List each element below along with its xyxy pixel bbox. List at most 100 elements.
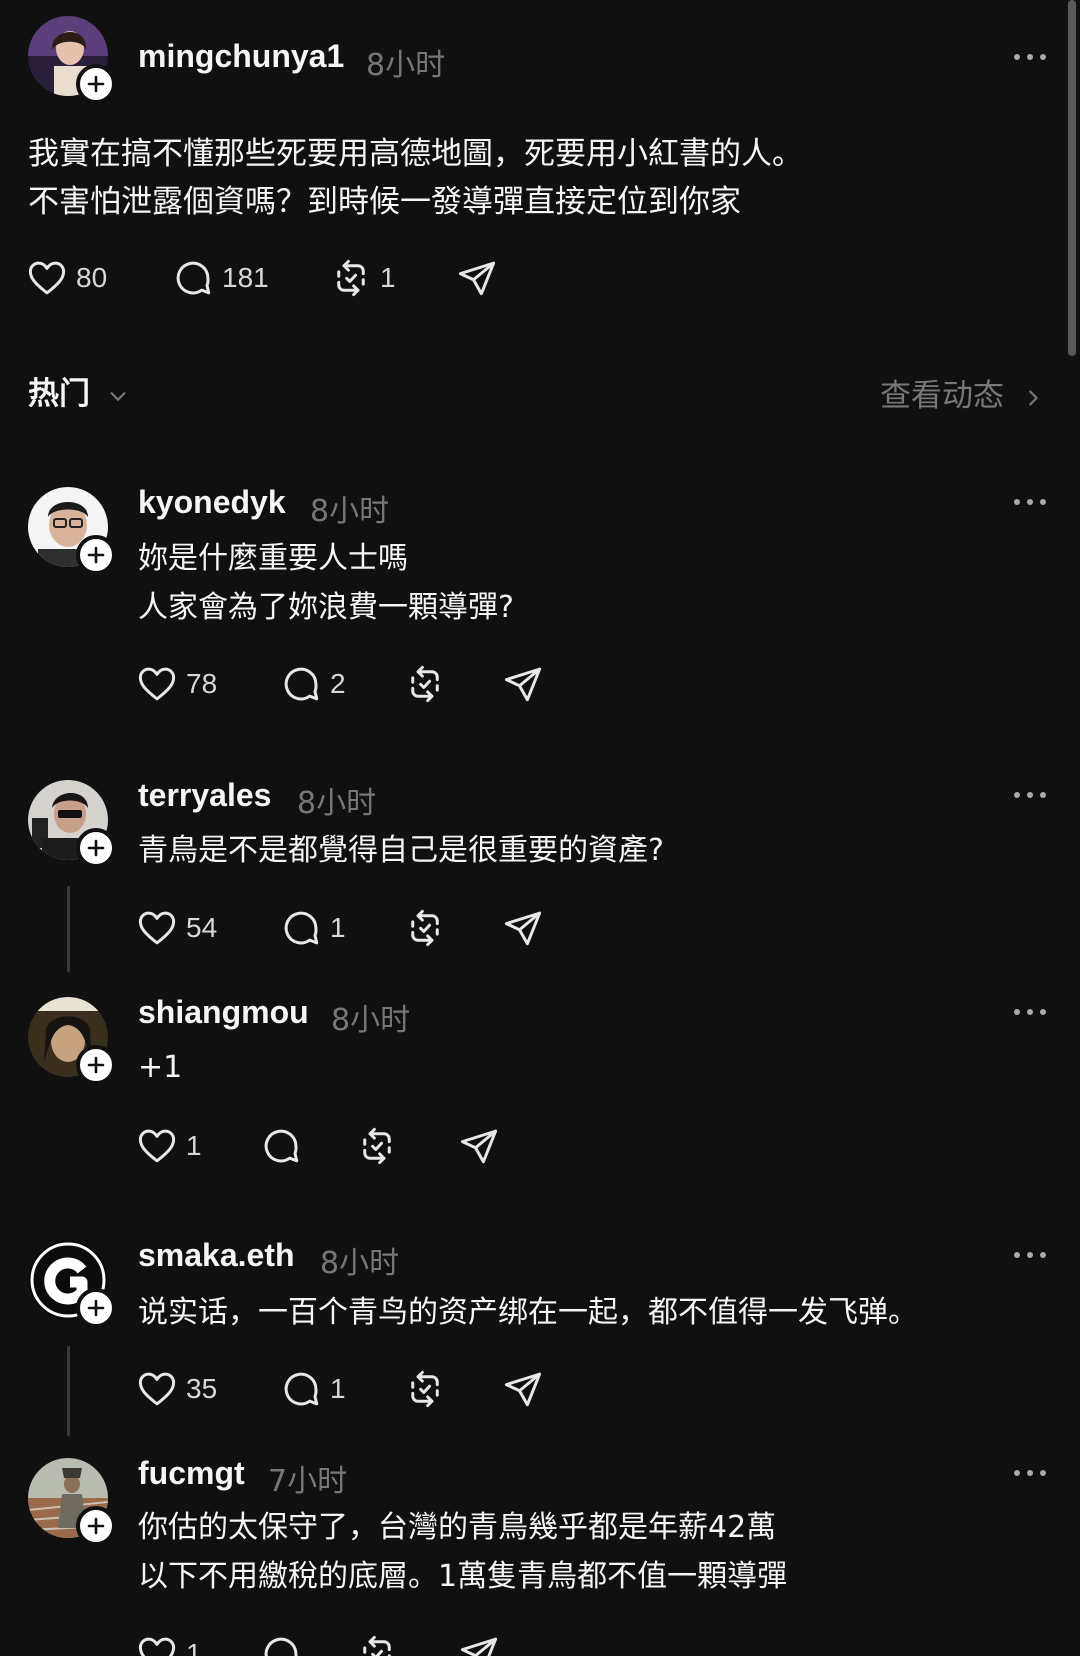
comment-time: 8小时	[331, 1003, 411, 1038]
repost-button[interactable]	[356, 1124, 398, 1168]
comment-username[interactable]: fucmgt	[138, 1455, 245, 1492]
share-button[interactable]	[456, 256, 498, 300]
scrollbar[interactable]	[1068, 0, 1076, 356]
heart-icon	[136, 907, 178, 949]
follow-button[interactable]	[76, 1045, 116, 1085]
more-icon[interactable]	[1014, 790, 1050, 800]
comment-text-line-1: 妳是什麼重要人士嗎	[138, 541, 408, 576]
view-activity-label: 查看动态	[880, 378, 1004, 414]
plus-icon	[86, 838, 106, 858]
reply-count: 181	[222, 262, 269, 293]
like-button[interactable]: 1	[136, 1124, 202, 1168]
follow-button[interactable]	[76, 535, 116, 575]
heart-icon	[26, 257, 68, 299]
like-count: 35	[186, 1373, 218, 1404]
share-icon	[502, 1368, 544, 1410]
comment-actions: 78 2	[136, 662, 556, 706]
sort-dropdown[interactable]: 热门	[28, 368, 129, 413]
plus-icon	[86, 1516, 106, 1536]
share-icon	[502, 663, 544, 705]
comment-avatar[interactable]	[28, 780, 116, 868]
repost-count: 1	[380, 262, 396, 293]
post-username[interactable]: mingchunya1	[138, 38, 344, 75]
comment-icon	[172, 257, 214, 299]
post-text-line-1: 我實在搞不懂那些死要用高德地圖，死要用小紅書的人。	[28, 136, 803, 172]
share-button[interactable]	[458, 1124, 500, 1168]
comment-avatar[interactable]	[28, 1458, 116, 1546]
comment-time: 8小时	[297, 786, 377, 821]
like-button[interactable]: 35	[136, 1367, 217, 1411]
repost-icon	[404, 663, 446, 705]
chevron-down-icon	[110, 391, 126, 401]
more-icon[interactable]	[1014, 1007, 1050, 1017]
reply-button[interactable]	[260, 1124, 302, 1168]
post-text-line-2: 不害怕泄露個資嗎？到時候一發導彈直接定位到你家	[28, 184, 741, 220]
plus-icon	[86, 1298, 106, 1318]
comment-icon	[260, 1633, 302, 1656]
comment-username[interactable]: shiangmou	[138, 994, 309, 1031]
like-count: 1	[186, 1638, 202, 1656]
plus-icon	[86, 545, 106, 565]
comment-actions: 35 1	[136, 1367, 556, 1411]
heart-icon	[136, 1633, 178, 1656]
share-button[interactable]	[502, 662, 544, 706]
follow-button[interactable]	[76, 1506, 116, 1546]
reply-button[interactable]: 2	[280, 662, 346, 706]
repost-button[interactable]: 1	[330, 256, 396, 300]
share-button[interactable]	[502, 906, 544, 950]
comment-text-line-1: 你估的太保守了，台灣的青鳥幾乎都是年薪42萬	[138, 1510, 777, 1545]
repost-button[interactable]	[404, 1367, 446, 1411]
comment-avatar[interactable]	[28, 487, 116, 575]
more-icon[interactable]	[1014, 1250, 1050, 1260]
reply-button[interactable]: 1	[280, 906, 346, 950]
comment-icon	[260, 1125, 302, 1167]
sort-label: 热门	[28, 376, 90, 412]
repost-icon	[356, 1125, 398, 1167]
comment-avatar[interactable]	[28, 1240, 116, 1328]
comment-text-line-2: 以下不用繳稅的底層。1萬隻青鳥都不值一顆導彈	[138, 1559, 788, 1594]
comment-text-line-1: +1	[138, 1050, 183, 1085]
like-count: 54	[186, 912, 218, 943]
comment-username[interactable]: terryales	[138, 777, 271, 814]
comment-text-line-1: 青鳥是不是都覺得自己是很重要的資產?	[138, 833, 664, 868]
more-icon[interactable]	[1014, 1468, 1050, 1478]
more-icon[interactable]	[1014, 52, 1050, 62]
comment-time: 7小时	[268, 1464, 348, 1499]
like-button[interactable]: 54	[136, 906, 217, 950]
like-button[interactable]: 78	[136, 662, 217, 706]
like-count: 1	[186, 1130, 202, 1161]
follow-button[interactable]	[76, 1288, 116, 1328]
comment-text-line-1: 说实话，一百个青鸟的资产绑在一起，都不值得一发飞弹。	[138, 1295, 918, 1330]
share-icon	[458, 1633, 500, 1656]
plus-icon	[86, 74, 106, 94]
like-count: 80	[76, 262, 108, 293]
share-button[interactable]	[458, 1632, 500, 1656]
repost-icon	[356, 1633, 398, 1656]
repost-button[interactable]	[404, 906, 446, 950]
post-avatar[interactable]	[28, 16, 116, 104]
comment-username[interactable]: kyonedyk	[138, 484, 286, 521]
comment-actions: 54 1	[136, 906, 556, 950]
comment-actions: 1	[136, 1124, 496, 1168]
comment-username[interactable]: smaka.eth	[138, 1237, 295, 1274]
reply-button[interactable]: 1	[280, 1367, 346, 1411]
more-icon[interactable]	[1014, 497, 1050, 507]
repost-button[interactable]	[356, 1632, 398, 1656]
plus-icon	[86, 1055, 106, 1075]
repost-icon	[404, 1368, 446, 1410]
share-button[interactable]	[502, 1367, 544, 1411]
follow-button[interactable]	[76, 64, 116, 104]
repost-button[interactable]	[404, 662, 446, 706]
comment-icon	[280, 663, 322, 705]
reply-button[interactable]: 181	[172, 256, 269, 300]
view-activity-link[interactable]: 查看动态	[880, 370, 1044, 415]
comment-avatar[interactable]	[28, 997, 116, 1085]
follow-button[interactable]	[76, 828, 116, 868]
like-button[interactable]: 80	[26, 256, 107, 300]
reply-button[interactable]	[260, 1632, 302, 1656]
thread-line	[67, 1346, 70, 1436]
like-button[interactable]: 1	[136, 1632, 202, 1656]
like-count: 78	[186, 668, 218, 699]
share-icon	[502, 907, 544, 949]
share-icon	[458, 1125, 500, 1167]
